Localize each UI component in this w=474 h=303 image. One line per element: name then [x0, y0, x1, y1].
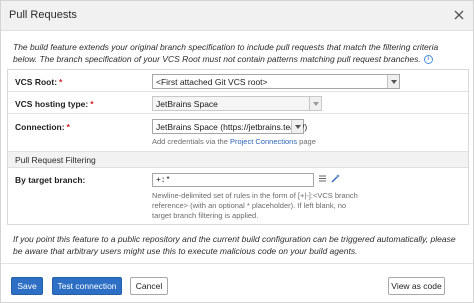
- target-branch-textarea[interactable]: +:*: [152, 173, 314, 187]
- connection-select[interactable]: JetBrains Space (https://jetbrains.team/…: [152, 119, 308, 134]
- connection-label-text: Connection:: [15, 122, 65, 132]
- chevron-down-icon: [309, 97, 321, 110]
- target-branch-value: +:*: [156, 176, 171, 185]
- connection-hint: Add credentials via the Project Connecti…: [152, 137, 316, 147]
- vcs-root-row: VCS Root: * <First attached Git VCS root>: [8, 70, 468, 92]
- target-branch-hint: Newline-delimited set of rules in the fo…: [152, 191, 358, 220]
- intro-description: The build feature extends your original …: [13, 42, 439, 64]
- footer-divider: [1, 263, 473, 264]
- project-connections-link[interactable]: Project Connections: [230, 137, 297, 146]
- save-button[interactable]: Save: [11, 277, 43, 295]
- chevron-down-icon: [387, 75, 399, 88]
- security-warning: If you point this feature to a public re…: [13, 234, 456, 256]
- connection-value: JetBrains Space (https://jetbrains.team/…: [156, 122, 308, 132]
- connection-label: Connection: *: [15, 122, 70, 132]
- vcs-hosting-select[interactable]: JetBrains Space: [152, 96, 322, 111]
- vcs-root-label: VCS Root: *: [15, 77, 62, 87]
- required-mark: *: [66, 122, 70, 132]
- vcs-root-label-text: VCS Root:: [15, 77, 58, 87]
- vcs-hosting-label-text: VCS hosting type:: [15, 99, 89, 109]
- intro-text: The build feature extends your original …: [13, 41, 459, 65]
- settings-form: VCS Root: * <First attached Git VCS root>…: [7, 69, 469, 225]
- cancel-button[interactable]: Cancel: [130, 277, 168, 295]
- connection-hint-suffix: page: [297, 137, 316, 146]
- connection-hint-prefix: Add credentials via the: [152, 137, 230, 146]
- section-title: Pull Request Filtering: [15, 155, 96, 165]
- chevron-down-icon: [291, 120, 303, 133]
- vcs-root-select[interactable]: <First attached Git VCS root>: [152, 74, 400, 89]
- info-icon[interactable]: i: [423, 55, 433, 65]
- close-icon[interactable]: [451, 7, 467, 23]
- vcs-hosting-label: VCS hosting type: *: [15, 99, 94, 109]
- view-as-code-button[interactable]: View as code: [388, 277, 445, 295]
- dialog-title: Pull Requests: [9, 9, 77, 21]
- pull-requests-dialog: Pull Requests The build feature extends …: [0, 0, 474, 303]
- required-mark: *: [90, 99, 94, 109]
- vcs-root-value: <First attached Git VCS root>: [156, 77, 268, 87]
- vcs-hosting-value: JetBrains Space: [156, 99, 218, 109]
- target-branch-label: By target branch:: [15, 175, 86, 185]
- connection-row: Connection: * JetBrains Space (https://je…: [8, 114, 468, 152]
- dialog-title-bar: Pull Requests: [1, 1, 473, 31]
- test-connection-button[interactable]: Test connection: [52, 277, 122, 295]
- required-mark: *: [59, 77, 63, 87]
- list-icon[interactable]: [317, 173, 328, 184]
- vcs-hosting-row: VCS hosting type: * JetBrains Space: [8, 92, 468, 114]
- magic-wand-icon[interactable]: [330, 173, 341, 184]
- pull-request-filtering-section: Pull Request Filtering: [8, 152, 468, 168]
